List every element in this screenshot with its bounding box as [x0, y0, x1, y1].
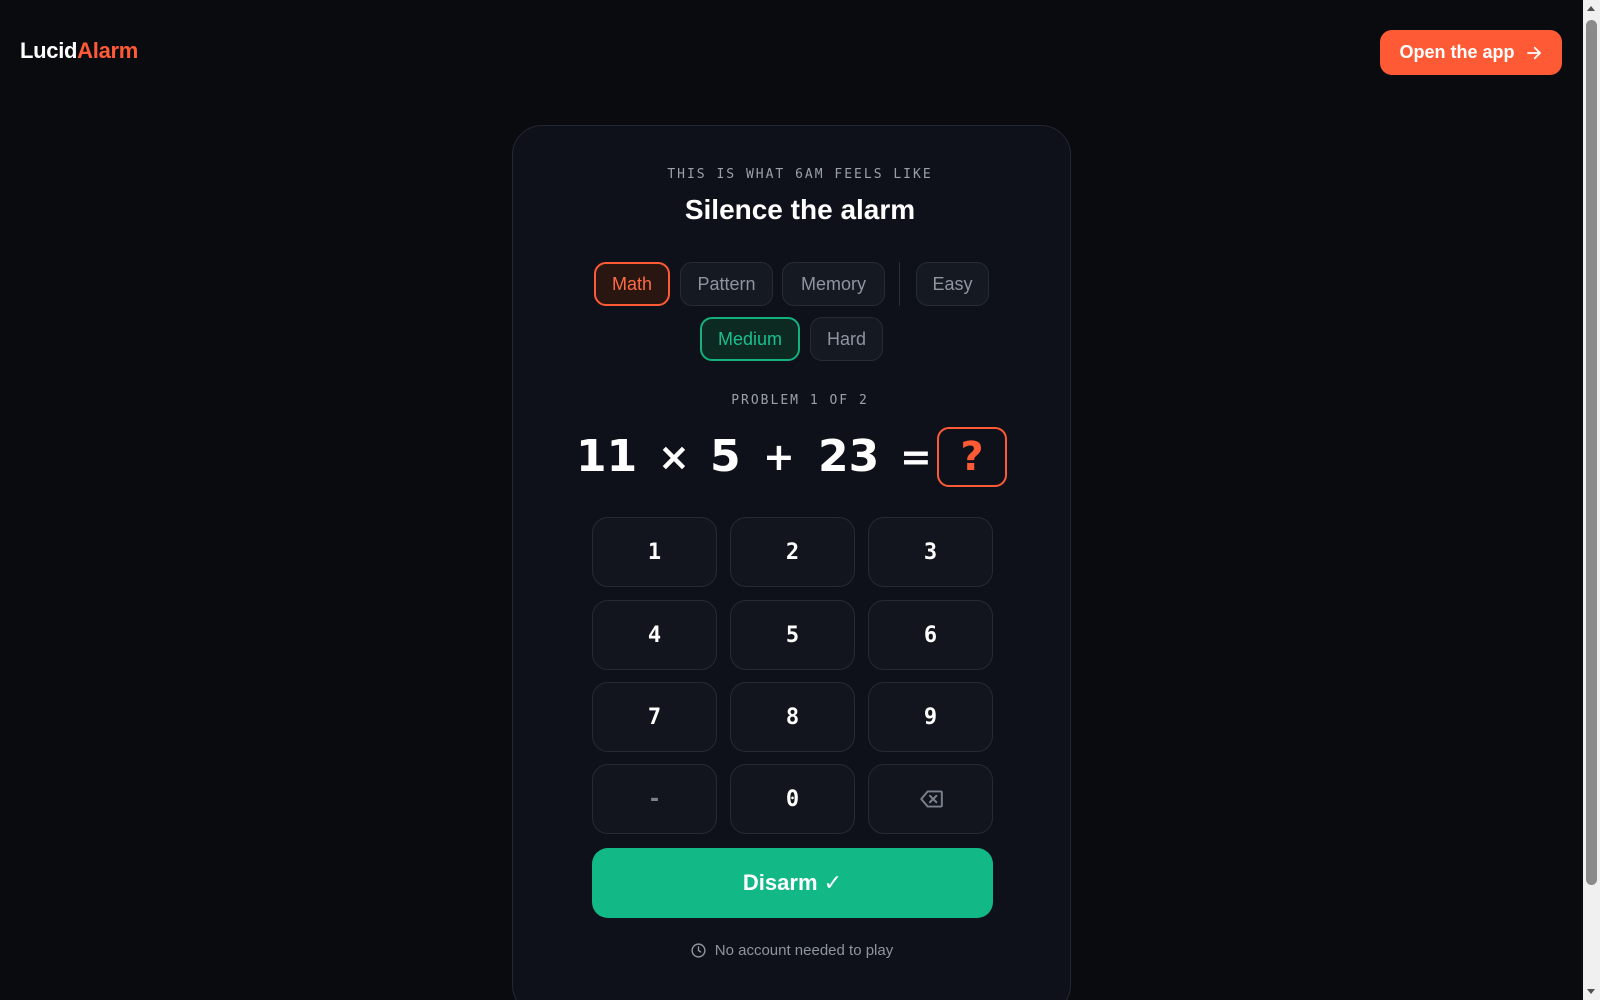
keypad-key-7[interactable]: 7: [592, 682, 717, 752]
keypad-key-0[interactable]: 0: [730, 764, 855, 834]
logo[interactable]: LucidAlarm: [20, 38, 138, 64]
keypad-key-backspace[interactable]: [868, 764, 993, 834]
difficulty-chip-hard[interactable]: Hard: [810, 317, 883, 361]
page-scrollbar[interactable]: [1583, 0, 1600, 1000]
open-app-button[interactable]: Open the app: [1380, 30, 1562, 75]
keypad-key-3[interactable]: 3: [868, 517, 993, 587]
equation-operand-c: 23: [818, 431, 880, 482]
difficulty-chip-medium[interactable]: Medium: [700, 317, 800, 361]
card-title: Silence the alarm: [684, 194, 916, 225]
logo-text-lucid: Lucid: [20, 38, 78, 63]
difficulty-chip-label: Easy: [932, 273, 973, 294]
mode-chip-math[interactable]: Math: [594, 262, 670, 306]
footnote-text: No account needed to play: [714, 942, 894, 959]
equation-operator-plus: +: [763, 435, 795, 479]
scrollbar-thumb[interactable]: [1586, 20, 1597, 885]
answer-input[interactable]: ?: [937, 427, 1007, 487]
keypad-key-minus[interactable]: -: [592, 764, 717, 834]
keypad-key-4[interactable]: 4: [592, 600, 717, 670]
keypad-key-2[interactable]: 2: [730, 517, 855, 587]
equation-equals: =: [900, 435, 932, 479]
disarm-button[interactable]: Disarm ✓: [592, 848, 993, 918]
problem-counter: PROBLEM 1 OF 2: [731, 393, 869, 408]
open-app-label: Open the app: [1399, 42, 1515, 62]
page: LucidAlarm Open the app THIS IS WHAT 6AM…: [0, 0, 1600, 1000]
difficulty-chip-label: Hard: [826, 328, 866, 349]
mode-chip-label: Math: [611, 273, 653, 294]
keypad-key-6[interactable]: 6: [868, 600, 993, 670]
keypad-key-1[interactable]: 1: [592, 517, 717, 587]
equation-operand-b: 5: [710, 431, 741, 482]
mode-chip-label: Pattern: [697, 273, 756, 294]
disarm-label: Disarm ✓: [742, 870, 843, 895]
backspace-icon: [919, 790, 943, 808]
keypad-key-9[interactable]: 9: [868, 682, 993, 752]
scroll-down-icon[interactable]: [1587, 989, 1595, 994]
scroll-up-icon[interactable]: [1587, 6, 1595, 11]
equation-operand-a: 11: [576, 431, 638, 482]
mode-chip-label: Memory: [800, 273, 866, 294]
mode-chip-memory[interactable]: Memory: [782, 262, 885, 306]
keypad-key-8[interactable]: 8: [730, 682, 855, 752]
footnote: No account needed to play: [512, 942, 1071, 959]
chip-divider: [899, 262, 900, 306]
equation-operator-multiply: ×: [658, 435, 690, 479]
difficulty-chip-label: Medium: [717, 328, 783, 349]
mode-chip-pattern[interactable]: Pattern: [680, 262, 773, 306]
clock-icon: [691, 943, 706, 958]
keypad-key-5[interactable]: 5: [730, 600, 855, 670]
logo-text-alarm: Alarm: [77, 38, 139, 63]
answer-placeholder: ?: [960, 434, 984, 480]
arrow-right-icon: [1526, 46, 1541, 59]
eyebrow-text: THIS IS WHAT 6AM FEELS LIKE: [667, 167, 933, 182]
difficulty-chip-easy[interactable]: Easy: [916, 262, 989, 306]
